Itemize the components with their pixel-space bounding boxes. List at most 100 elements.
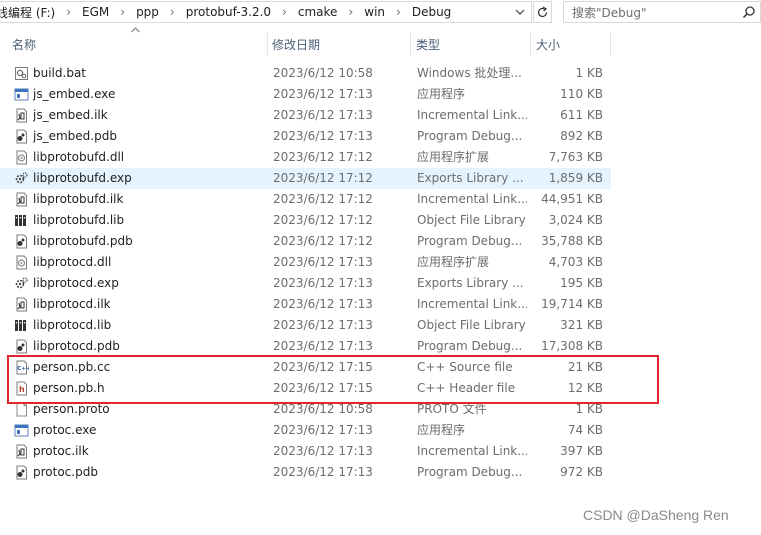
file-name: libprotobufd.dll [33,150,125,164]
file-row[interactable]: libprotocd.lib 2023/6/12 17:13 Object File… [0,315,611,336]
file-type: 应用程序 [417,423,466,437]
file-name: libprotobufd.exp [33,171,132,185]
file-size: 4,703 KB [548,255,603,269]
file-size: 195 KB [560,276,603,290]
file-size: 611 KB [560,108,603,122]
refresh-button[interactable] [533,1,552,23]
chevron-right-icon[interactable]: › [339,5,362,19]
chevron-right-icon[interactable]: › [387,5,410,19]
breadcrumb-protobuf[interactable]: protobuf-3.2.0 [184,5,273,19]
column-date[interactable]: 修改日期 [268,30,410,58]
file-modified-date: 2023/6/12 17:13 [273,276,373,290]
file-type: Program Debug... [417,129,523,143]
breadcrumb-egm[interactable]: EGM [80,5,111,19]
address-history-dropdown[interactable] [510,2,530,22]
file-modified-date: 2023/6/12 17:13 [273,423,373,437]
breadcrumb-ppp[interactable]: ppp [134,5,161,19]
file-name: libprotocd.exp [33,276,119,290]
ilk-file-icon [14,108,29,123]
ilk-file-icon [14,444,29,459]
file-row[interactable]: protoc.pdb 2023/6/12 17:13 Program Debug..… [0,462,611,483]
file-row[interactable]: libprotocd.exp 2023/6/12 17:13 Exports Lib… [0,273,611,294]
file-row[interactable]: libprotocd.dll 2023/6/12 17:13 应用程序扩展 4,703… [0,252,611,273]
breadcrumb-win[interactable]: win [362,5,387,19]
file-modified-date: 2023/6/12 17:13 [273,108,373,122]
file-modified-date: 2023/6/12 17:13 [273,129,373,143]
exe-icon [14,87,29,102]
navigation-bar: 线编程 (F:) › EGM › ppp › protobuf-3.2.0 › … [0,0,761,24]
file-size: 74 KB [567,423,603,437]
file-type: Program Debug... [417,465,523,479]
column-divider[interactable] [410,32,411,56]
column-name[interactable]: 名称 [8,30,268,58]
file-name: libprotocd.ilk [33,297,111,311]
file-modified-date: 2023/6/12 17:13 [273,297,373,311]
file-size: 3,024 KB [548,213,603,227]
file-row[interactable]: js_embed.exe 2023/6/12 17:13 应用程序 110 KB [0,84,611,105]
pdb-file-icon [14,339,29,354]
file-row[interactable]: js_embed.ilk 2023/6/12 17:13 Incremental L… [0,105,611,126]
dll-file-icon [14,255,29,270]
file-type: Object File Library [417,213,526,227]
annotation-highlight-box [7,355,659,404]
search-input[interactable]: 搜索"Debug" [563,1,761,23]
exe-icon [14,423,29,438]
chevron-right-icon[interactable]: › [57,5,80,19]
breadcrumb-cmake[interactable]: cmake [296,5,340,19]
file-modified-date: 2023/6/12 17:12 [273,234,373,248]
file-type: Incremental Link... [417,108,527,122]
exp-file-icon [14,276,29,291]
file-name: protoc.exe [33,423,97,437]
file-row[interactable]: protoc.exe 2023/6/12 17:13 应用程序 74 KB [0,420,611,441]
refresh-icon [537,5,548,17]
file-size: 1 KB [575,66,603,80]
chevron-right-icon[interactable]: › [111,5,134,19]
file-list: build.bat 2023/6/12 10:58 Windows 批处理... 1 … [0,63,611,483]
watermark: CSDN @DaSheng Ren [583,507,729,523]
file-name: js_embed.exe [33,87,116,101]
file-row[interactable]: libprotobufd.exp 2023/6/12 17:12 Exports L… [0,168,611,189]
file-name: protoc.ilk [33,444,89,458]
file-row[interactable]: libprotobufd.ilk 2023/6/12 17:12 Increment… [0,189,611,210]
breadcrumb-drive[interactable]: 线编程 (F:) [0,4,57,21]
file-row[interactable]: libprotocd.pdb 2023/6/12 17:13 Program Deb… [0,336,611,357]
dll-file-icon [14,150,29,165]
file-size: 110 KB [560,87,603,101]
file-row[interactable]: protoc.ilk 2023/6/12 17:13 Incremental Lin… [0,441,611,462]
file-name: libprotobufd.lib [33,213,125,227]
file-row[interactable]: js_embed.pdb 2023/6/12 17:13 Program Debug… [0,126,611,147]
address-bar[interactable]: 线编程 (F:) › EGM › ppp › protobuf-3.2.0 › … [0,1,532,23]
pdb-file-icon [14,234,29,249]
file-name: libprotobufd.ilk [33,192,124,206]
file-size: 19,714 KB [541,297,603,311]
file-modified-date: 2023/6/12 17:13 [273,318,373,332]
pdb-file-icon [14,129,29,144]
file-row[interactable]: libprotocd.ilk 2023/6/12 17:13 Incremental… [0,294,611,315]
file-size: 17,308 KB [541,339,603,353]
search-icon[interactable] [742,5,756,19]
column-divider[interactable] [530,32,531,56]
column-size[interactable]: 大小 [532,30,610,58]
file-size: 321 KB [560,318,603,332]
breadcrumb-debug[interactable]: Debug [410,5,453,19]
file-name: libprotocd.dll [33,255,112,269]
column-type[interactable]: 类型 [412,30,530,58]
file-name: build.bat [33,66,86,80]
column-divider[interactable] [610,32,611,56]
file-row[interactable]: libprotobufd.pdb 2023/6/12 17:12 Program D… [0,231,611,252]
file-row[interactable]: libprotobufd.dll 2023/6/12 17:12 应用程序扩展 7,7… [0,147,611,168]
file-type: Incremental Link... [417,444,527,458]
file-type: Windows 批处理... [417,66,522,80]
pdb-file-icon [14,465,29,480]
file-modified-date: 2023/6/12 17:12 [273,171,373,185]
file-type: Incremental Link... [417,192,527,206]
exp-file-icon [14,171,29,186]
chevron-right-icon[interactable]: › [273,5,296,19]
file-name: libprotobufd.pdb [33,234,133,248]
chevron-right-icon[interactable]: › [161,5,184,19]
file-type: 应用程序 [417,87,466,101]
file-modified-date: 2023/6/12 17:12 [273,150,373,164]
file-row[interactable]: build.bat 2023/6/12 10:58 Windows 批处理... 1 … [0,63,611,84]
file-row[interactable]: libprotobufd.lib 2023/6/12 17:12 Object Fi… [0,210,611,231]
file-modified-date: 2023/6/12 17:12 [273,192,373,206]
